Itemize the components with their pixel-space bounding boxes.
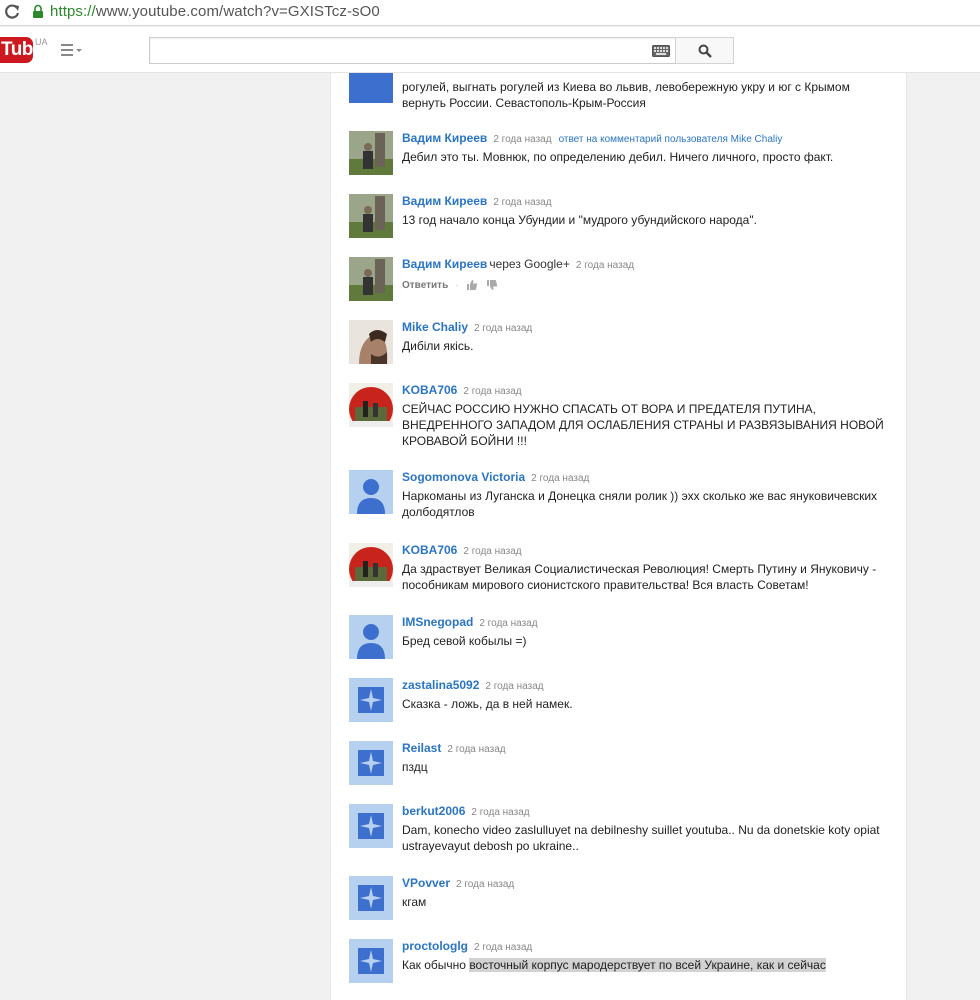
author-link[interactable]: KOBA706	[402, 383, 457, 397]
reply-to-link[interactable]: ответ на комментарий пользователя Mike C…	[559, 134, 783, 145]
comment-text: Дебил это ты. Мовнюк, по определению деб…	[402, 150, 834, 164]
url-field[interactable]: https://www.youtube.com/watch?v=GXISTcz-…	[50, 3, 380, 20]
timestamp[interactable]: 2 года назад	[479, 618, 537, 629]
timestamp[interactable]: 2 года назад	[485, 681, 543, 692]
url-scheme: https://	[50, 3, 96, 20]
author-link[interactable]: IMSnegopad	[402, 615, 473, 629]
author-link[interactable]: berkut2006	[402, 804, 465, 818]
reply-button[interactable]: Ответить	[402, 280, 448, 291]
comment-text: Да здраствует Великая Социалистическая Р…	[402, 562, 877, 592]
search-icon	[698, 44, 712, 58]
comment-text: СЕЙЧАС РОССИЮ НУЖНО СПАСАТЬ ОТ ВОРА И ПР…	[402, 402, 884, 448]
url-path: www.youtube.com/watch?v=GXISTcz-sO0	[95, 3, 380, 20]
comment-text: Наркоманы из Луганска и Донецка сняли ро…	[402, 489, 878, 519]
avatar[interactable]	[349, 470, 393, 514]
comment-text: кгам	[402, 895, 427, 909]
avatar[interactable]	[349, 194, 393, 238]
youtube-masthead: Tube UA	[0, 27, 980, 73]
comment-text: Дибіли якісь.	[402, 339, 474, 353]
timestamp[interactable]: 2 года назад	[471, 807, 529, 818]
avatar[interactable]	[349, 257, 393, 301]
comment-text-plain: Как обычно	[402, 958, 470, 972]
avatar[interactable]	[349, 804, 393, 848]
avatar[interactable]	[349, 615, 393, 659]
author-link[interactable]: proctologlg	[402, 939, 468, 953]
timestamp[interactable]: 2 года назад	[474, 323, 532, 334]
browser-address-bar: https://www.youtube.com/watch?v=GXISTcz-…	[0, 0, 980, 26]
timestamp[interactable]: 2 года назад	[531, 473, 589, 484]
author-link[interactable]: Mike Chaliy	[402, 320, 468, 334]
comment-text: рогулей, выгнать рогулей из Киева во льв…	[402, 80, 850, 110]
comment-text: Сказка - ложь, да в ней намек.	[402, 697, 573, 711]
keyboard-icon[interactable]	[652, 45, 670, 57]
via-label: через Google+	[489, 257, 570, 271]
separator-dot: ·	[455, 279, 459, 291]
selected-text: восточный корпус мародерствует по всей У…	[469, 958, 826, 972]
author-link[interactable]: zastalina5092	[402, 678, 479, 692]
avatar[interactable]	[349, 678, 393, 722]
search-button[interactable]	[675, 37, 734, 64]
thumbs-down-icon[interactable]	[486, 279, 498, 291]
author-link[interactable]: Reilast	[402, 741, 441, 755]
author-link[interactable]: Вадим Киреев	[402, 257, 487, 271]
lock-icon	[33, 4, 43, 18]
avatar[interactable]	[349, 876, 393, 920]
timestamp[interactable]: 2 года назад	[493, 197, 551, 208]
timestamp[interactable]: 2 года назад	[493, 134, 551, 145]
avatar[interactable]	[349, 73, 393, 103]
timestamp[interactable]: 2 года назад	[463, 386, 521, 397]
timestamp[interactable]: 2 года назад	[447, 744, 505, 755]
avatar[interactable]	[349, 320, 393, 364]
reload-icon[interactable]	[3, 3, 21, 21]
youtube-logo[interactable]: Tube	[0, 37, 33, 63]
comment-text: пздц	[402, 760, 428, 774]
comment-text: Dam, konecho video zaslulluyet na debiln…	[402, 823, 880, 853]
avatar[interactable]	[349, 939, 393, 983]
search-input[interactable]	[149, 37, 676, 64]
comment-actions: Ответить ·	[402, 279, 892, 291]
country-code: UA	[35, 37, 48, 47]
timestamp[interactable]: 2 года назад	[456, 879, 514, 890]
avatar[interactable]	[349, 383, 393, 427]
author-link[interactable]: Sogomonova Victoria	[402, 470, 525, 484]
avatar[interactable]	[349, 543, 393, 587]
comment-text: 13 год начало конца Убундии и "мудрого у…	[402, 213, 757, 227]
thumbs-up-icon[interactable]	[466, 279, 478, 291]
avatar[interactable]	[349, 131, 393, 175]
timestamp[interactable]: 2 года назад	[474, 942, 532, 953]
author-link[interactable]: KOBA706	[402, 543, 457, 557]
comments-panel: рогулей, выгнать рогулей из Киева во льв…	[330, 73, 907, 1000]
author-link[interactable]: Вадим Киреев	[402, 194, 487, 208]
guide-menu-icon[interactable]	[61, 44, 83, 56]
author-link[interactable]: VPovver	[402, 876, 450, 890]
comment-text: Бред севой кобылы =)	[402, 634, 527, 648]
avatar[interactable]	[349, 741, 393, 785]
timestamp[interactable]: 2 года назад	[463, 546, 521, 557]
timestamp[interactable]: 2 года назад	[576, 260, 634, 271]
author-link[interactable]: Вадим Киреев	[402, 131, 487, 145]
comment-text: Как обычно восточный корпус мародерствуе…	[402, 957, 892, 973]
